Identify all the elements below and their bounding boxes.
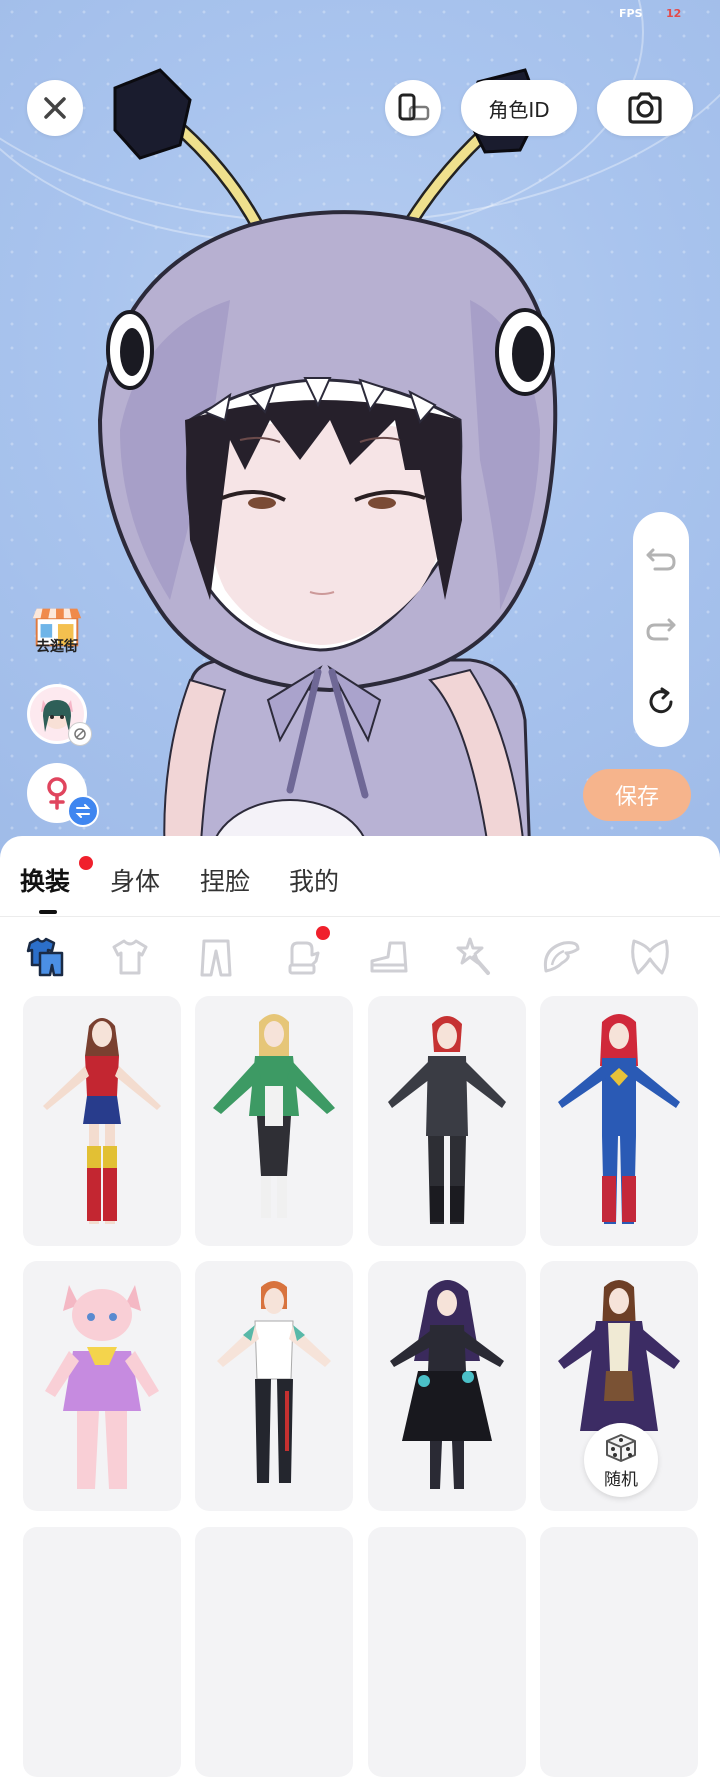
avatar-stage[interactable]: FPS 12 角色ID 去逛街 保存 — [0, 0, 720, 860]
shoe-icon — [370, 941, 408, 973]
hidden-badge — [68, 722, 92, 746]
role-id-label: 角色ID — [488, 97, 550, 122]
outfit-thumbnail — [390, 1280, 504, 1489]
redo-button[interactable] — [633, 604, 689, 654]
hide-icon — [74, 728, 86, 740]
outfit-thumbnail — [43, 1018, 161, 1224]
swap-icon — [75, 804, 91, 818]
outfit-card[interactable] — [23, 1261, 181, 1511]
category-top[interactable] — [105, 932, 155, 982]
camera-icon — [628, 92, 662, 124]
close-button[interactable] — [27, 80, 83, 136]
outfit-thumbnail — [388, 1016, 506, 1224]
tab-outfit[interactable]: 换装 — [20, 862, 70, 898]
history-panel — [633, 512, 689, 747]
category-outfit-set[interactable] — [19, 932, 69, 982]
rotate-device-button[interactable] — [385, 80, 441, 136]
wing-icon — [543, 941, 580, 973]
category-pants[interactable] — [191, 932, 241, 982]
outfit-set-icon — [26, 937, 64, 977]
tab-face[interactable]: 捏脸 — [200, 862, 250, 898]
outfit-card[interactable] — [368, 1527, 526, 1777]
tab-body[interactable]: 身体 — [110, 862, 160, 898]
swap-badge — [67, 795, 99, 827]
shop-label: 去逛街 — [36, 639, 78, 655]
random-label: 随机 — [604, 1469, 638, 1490]
bow-icon — [631, 939, 669, 975]
rotate-device-icon — [398, 93, 430, 121]
undo-button[interactable] — [633, 534, 689, 584]
outfit-card[interactable] — [368, 996, 526, 1246]
category-wing[interactable] — [535, 932, 585, 982]
tab-mine[interactable]: 我的 — [289, 862, 339, 898]
fps-value: 12 — [666, 7, 682, 20]
undo-icon — [646, 548, 676, 571]
outfit-card[interactable] — [23, 996, 181, 1246]
category-shoe[interactable] — [363, 932, 413, 982]
active-tab-indicator — [39, 910, 57, 914]
glove-icon — [288, 941, 320, 975]
fps-label: FPS — [619, 7, 643, 20]
reset-icon — [649, 687, 673, 714]
accessory-icon — [456, 937, 490, 975]
dice-icon — [606, 1433, 636, 1462]
outfit-card[interactable] — [540, 1527, 698, 1777]
outfit-thumbnail — [213, 1014, 335, 1218]
close-icon — [44, 97, 66, 119]
tab-bar: 换装 身体 捏脸 我的 — [0, 836, 720, 917]
tab-outfit-badge — [79, 856, 93, 870]
outfit-card[interactable] — [195, 1527, 353, 1777]
category-bow[interactable] — [625, 932, 675, 982]
save-button[interactable]: 保存 — [583, 769, 691, 821]
redo-icon — [646, 618, 676, 641]
camera-button[interactable] — [597, 80, 693, 136]
outfit-card[interactable] — [368, 1261, 526, 1511]
category-glove-badge — [316, 926, 330, 940]
outfit-card[interactable] — [23, 1527, 181, 1777]
category-accessory[interactable] — [449, 932, 499, 982]
role-id-button[interactable]: 角色ID — [461, 80, 577, 136]
reset-button[interactable] — [633, 677, 689, 727]
outfit-card[interactable] — [195, 996, 353, 1246]
random-button[interactable]: 随机 — [584, 1423, 658, 1497]
pants-icon — [200, 939, 232, 977]
outfit-card[interactable] — [540, 996, 698, 1246]
outfit-thumbnail — [217, 1281, 331, 1483]
top-icon — [112, 939, 148, 975]
outfit-thumbnail — [558, 1014, 680, 1224]
outfit-thumbnail — [45, 1285, 159, 1489]
outfit-card[interactable] — [195, 1261, 353, 1511]
